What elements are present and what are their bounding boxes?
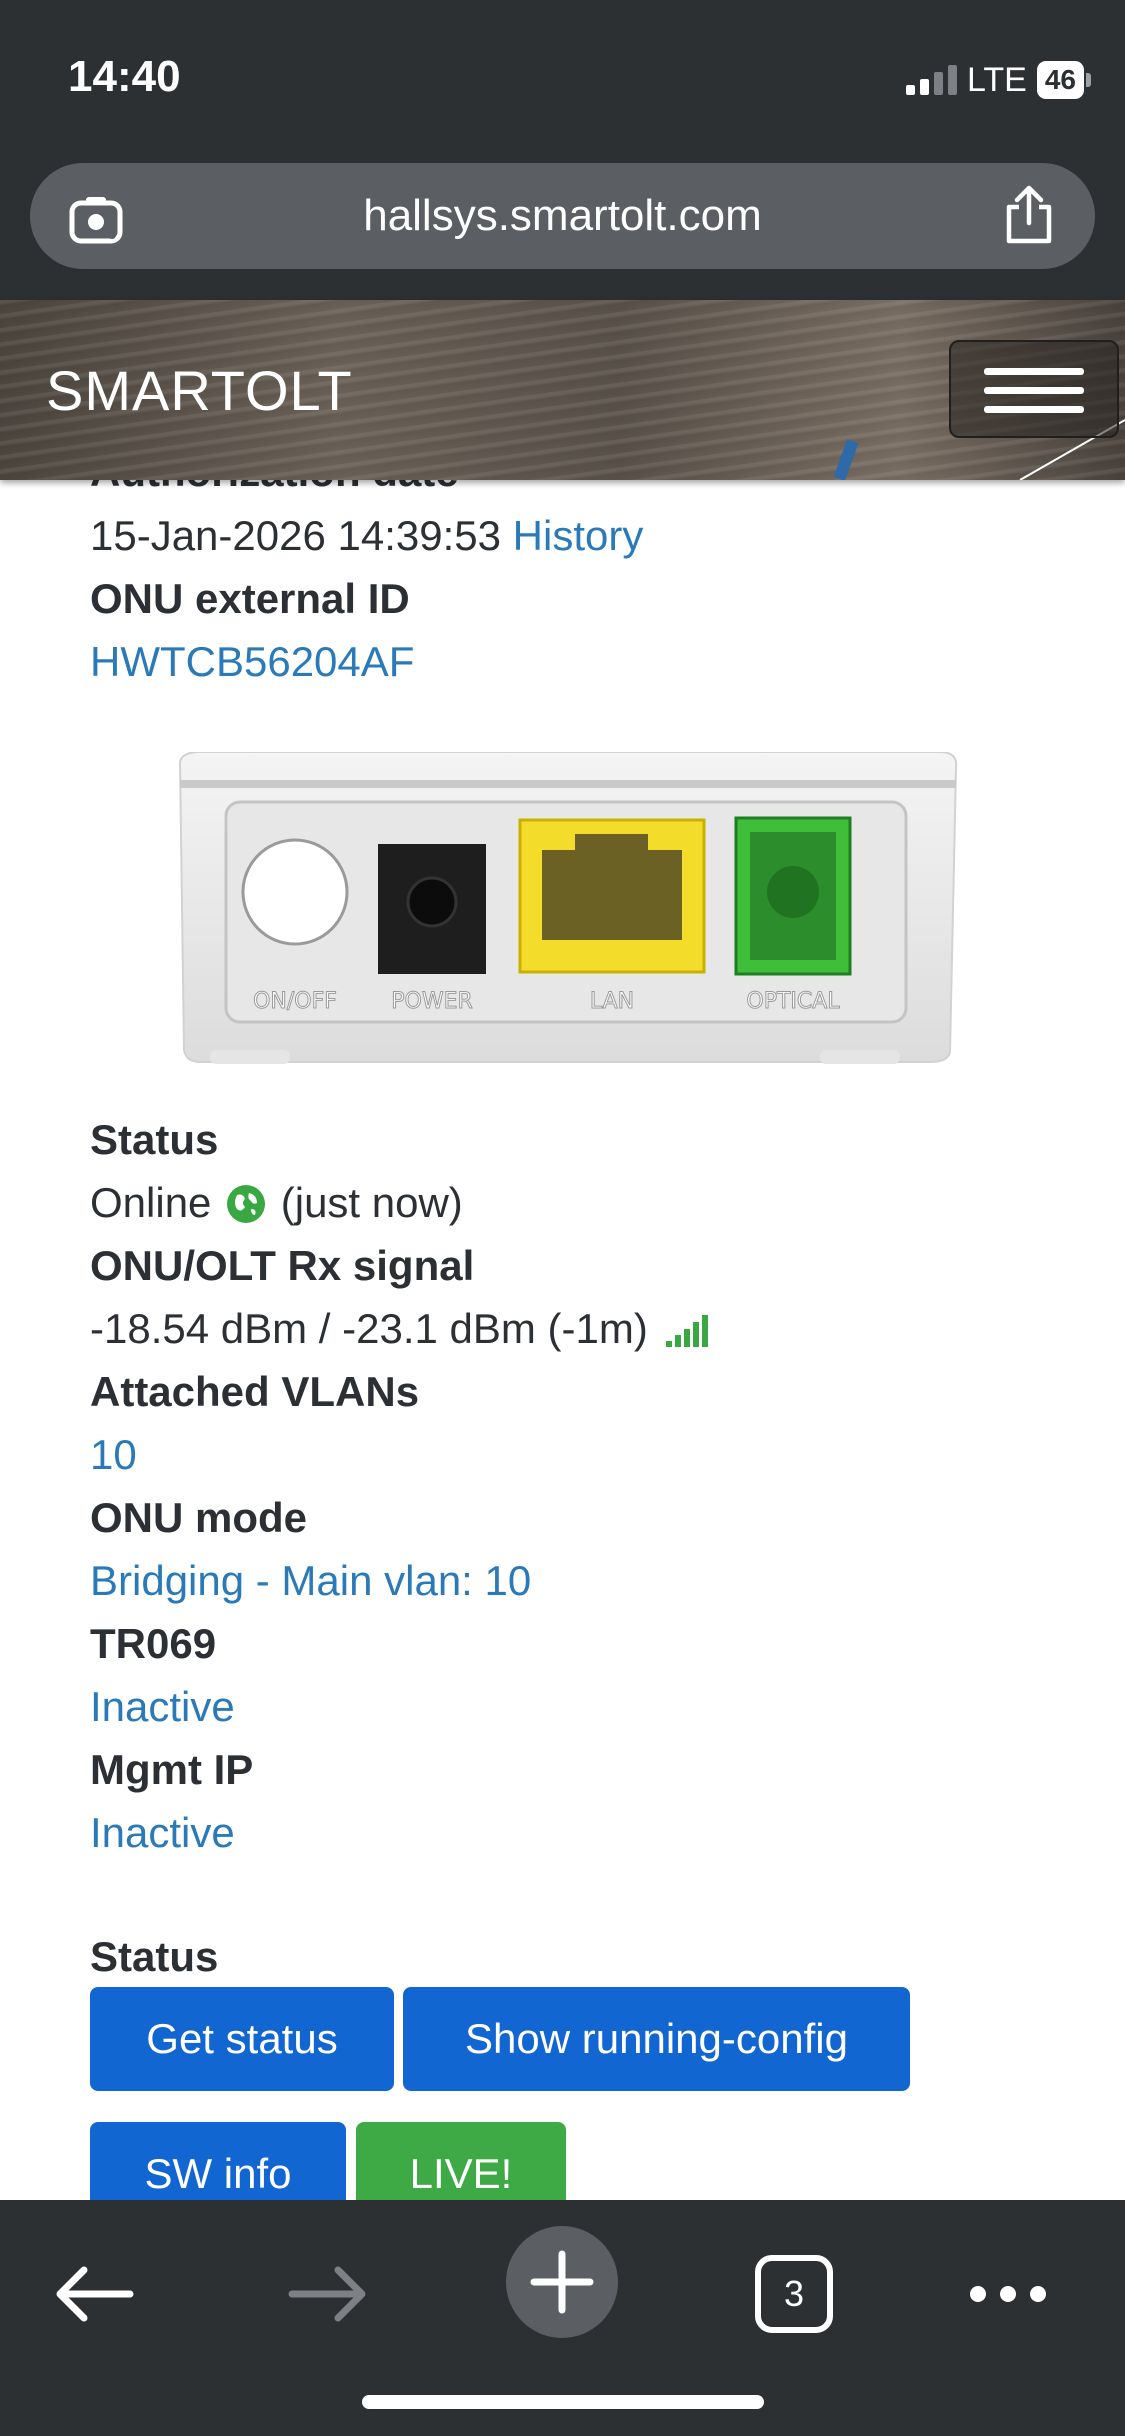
status-indicators: LTE 46	[906, 58, 1091, 102]
browser-top-chrome: 14:40 LTE 46 hallsys.smartolt.com	[0, 0, 1125, 300]
history-link[interactable]: History	[513, 512, 644, 559]
mgmt-ip-link[interactable]: Inactive	[90, 1801, 1090, 1864]
hamburger-menu-button[interactable]	[949, 340, 1119, 438]
authorization-date-value: 15-Jan-2026 14:39:53	[90, 512, 501, 559]
vlans-link[interactable]: 10	[90, 1423, 1090, 1486]
get-status-button[interactable]: Get status	[90, 1987, 394, 2091]
forward-arrow-icon	[288, 2266, 366, 2322]
status-time-ago: (just now)	[280, 1179, 463, 1226]
tabs-button[interactable]: 3	[744, 2244, 844, 2344]
onu-device-image: ON/OFF POWER LAN OPTICAL	[178, 752, 958, 1064]
status-label: Status	[90, 1116, 219, 1163]
onu-mode-label: ONU mode	[90, 1494, 308, 1541]
back-arrow-icon[interactable]	[44, 2244, 144, 2344]
address-bar[interactable]: hallsys.smartolt.com	[30, 163, 1095, 269]
actions-section-label: Status	[90, 1933, 219, 1980]
port-label-onoff: ON/OFF	[253, 989, 337, 1014]
signal-value: -18.54 dBm / -23.1 dBm (-1m)	[90, 1305, 648, 1352]
signal-row: -18.54 dBm / -23.1 dBm (-1m)	[90, 1297, 1090, 1360]
port-label-lan: LAN	[590, 989, 634, 1014]
external-id-label: ONU external ID	[90, 575, 410, 622]
status-details: Status Online (just now) ONU/OLT Rx sign…	[90, 1108, 1090, 1864]
new-tab-plus-icon[interactable]	[504, 2224, 620, 2340]
onu-mode-link[interactable]: Bridging - Main vlan: 10	[90, 1549, 1090, 1612]
more-options-icon[interactable]	[958, 2244, 1058, 2344]
tr069-label: TR069	[90, 1620, 217, 1667]
site-logo[interactable]: SMARTOLT	[46, 358, 353, 423]
status-row: Online (just now)	[90, 1171, 1090, 1234]
vlans-label: Attached VLANs	[90, 1368, 420, 1415]
port-label-optical: OPTICAL	[746, 989, 840, 1014]
tab-count: 3	[783, 2273, 805, 2314]
network-type: LTE	[967, 60, 1027, 99]
globe-online-icon	[227, 1185, 266, 1223]
signal-label: ONU/OLT Rx signal	[90, 1242, 475, 1289]
share-icon[interactable]	[999, 183, 1059, 247]
status-value: Online	[90, 1179, 212, 1226]
site-header: SMARTOLT	[0, 300, 1125, 480]
show-running-config-button[interactable]: Show running-config	[403, 1987, 910, 2091]
battery-level: 46	[1036, 61, 1084, 99]
external-id-link[interactable]: HWTCB56204AF	[90, 630, 414, 693]
home-indicator	[362, 2395, 764, 2409]
tr069-link[interactable]: Inactive	[90, 1675, 1090, 1738]
battery-icon: 46	[1036, 61, 1091, 99]
signal-strength-icon	[665, 1315, 708, 1347]
status-time: 14:40	[68, 52, 181, 101]
port-label-power: POWER	[391, 989, 473, 1014]
cellular-signal-icon	[906, 65, 957, 95]
url-text: hallsys.smartolt.com	[363, 191, 762, 240]
mgmt-ip-label: Mgmt IP	[90, 1746, 254, 1793]
